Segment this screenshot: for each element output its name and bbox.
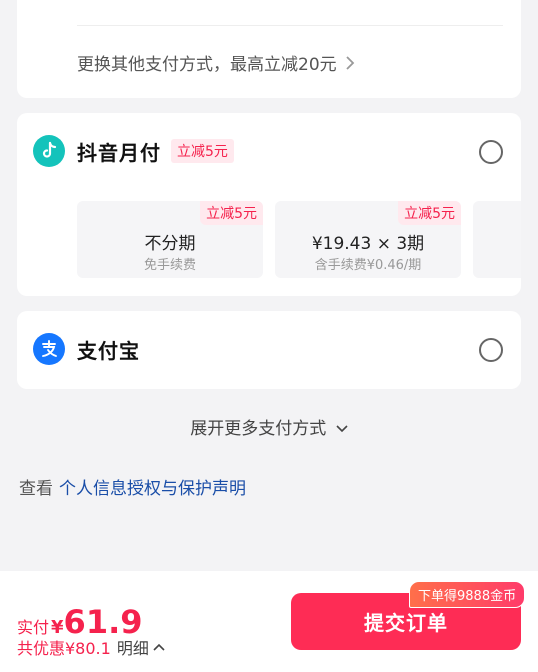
plan-tag: 立减5元 [398, 201, 461, 225]
detail-label: 明细 [116, 639, 149, 658]
expand-more-payment[interactable]: 展开更多支付方式 [0, 414, 538, 439]
discount-detail-toggle[interactable]: 共优惠¥80.1 明细 [17, 635, 165, 659]
payment-options-card: 更换其他支付方式，最高立减20元 [17, 0, 521, 98]
discount-total: 共优惠¥80.1 [17, 639, 111, 658]
coin-reward-badge: 下单得9888金币 [409, 581, 526, 608]
alipay-logo-icon [33, 333, 65, 365]
privacy-prefix: 查看 [19, 479, 53, 499]
alipay-header: 支付宝 [33, 333, 140, 365]
chevron-down-icon [336, 425, 348, 433]
alipay-radio[interactable] [479, 338, 503, 362]
switch-payment-link[interactable]: 更换其他支付方式，最高立减20元 [77, 50, 355, 75]
checkout-footer: 实付 ¥ 61.9 共优惠¥80.1 明细 提交订单 下单得9888金币 [0, 571, 538, 672]
expand-more-label: 展开更多支付方式 [190, 419, 327, 439]
privacy-link[interactable]: 个人信息授权与保护声明 [59, 479, 246, 499]
alipay-name: 支付宝 [77, 338, 140, 363]
douyin-logo-icon [33, 135, 65, 167]
chevron-right-icon [346, 55, 354, 70]
plan-subtitle: 含手续费¥0.46/期 [314, 258, 422, 273]
plan-tag: 立减5元 [200, 201, 263, 225]
switch-payment-text: 更换其他支付方式，最高立减20元 [77, 55, 337, 75]
chevron-up-icon [153, 643, 165, 651]
plan-no-installment[interactable]: 立减5元 不分期 免手续费 [77, 201, 263, 278]
douyin-pay-card[interactable]: 抖音月付 立减5元 立减5元 不分期 免手续费 立减5元 ¥19.43 × 3期… [17, 113, 521, 296]
divider [77, 25, 503, 26]
douyin-pay-name: 抖音月付 [77, 140, 161, 165]
alipay-card[interactable]: 支付宝 [17, 311, 521, 389]
plan-3-installments[interactable]: 立减5元 ¥19.43 × 3期 含手续费¥0.46/期 [275, 201, 461, 278]
plan-subtitle: 免手续费 [143, 258, 196, 273]
installment-plans: 立减5元 不分期 免手续费 立减5元 ¥19.43 × 3期 含手续费¥0.46… [77, 201, 521, 278]
plan-title: 不分期 [144, 234, 196, 254]
douyin-pay-header: 抖音月付 立减5元 [33, 135, 234, 167]
plan-title: ¥19.43 × 3期 [311, 234, 425, 254]
privacy-statement: 查看 个人信息授权与保护声明 [19, 474, 246, 499]
plan-more-partial[interactable] [473, 201, 521, 278]
douyin-discount-badge: 立减5元 [171, 139, 234, 163]
douyin-radio[interactable] [479, 140, 503, 164]
